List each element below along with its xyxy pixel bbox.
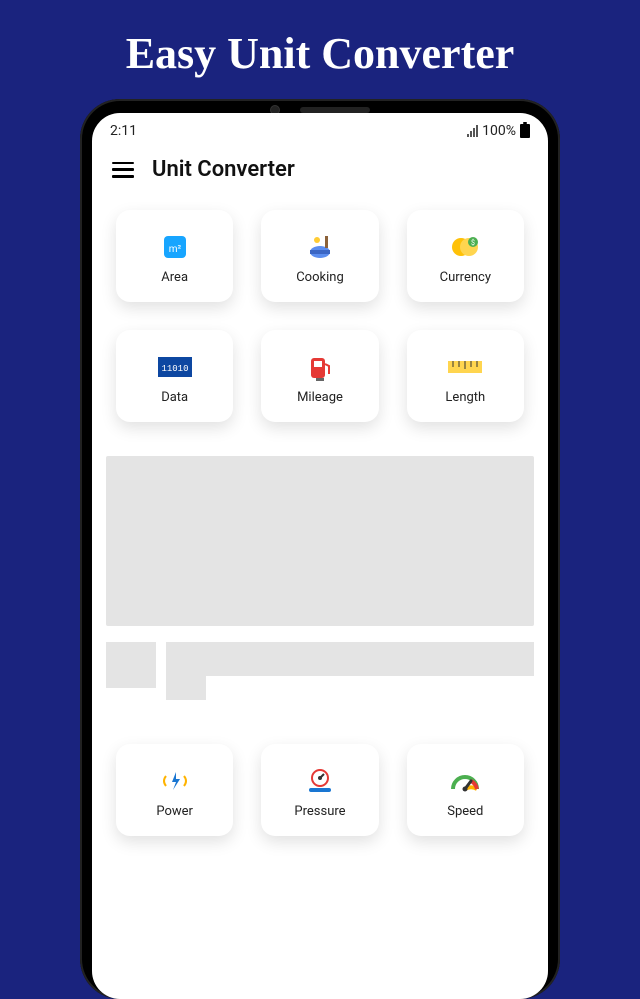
card-label: Cooking (296, 270, 344, 285)
length-icon (448, 350, 482, 384)
category-grid-top: m² Area Cooking $ Currency 11010 (92, 196, 548, 440)
app-header: Unit Converter (92, 143, 548, 196)
status-time: 2:11 (110, 123, 137, 139)
card-label: Mileage (297, 390, 343, 405)
battery-icon (520, 124, 530, 138)
power-icon (158, 764, 192, 798)
data-icon: 11010 (158, 350, 192, 384)
app-title: Unit Converter (152, 157, 295, 182)
card-mileage[interactable]: Mileage (261, 330, 378, 422)
speed-icon (448, 764, 482, 798)
card-label: Currency (440, 270, 491, 285)
card-label: Data (161, 390, 188, 405)
signal-icon (467, 125, 478, 137)
phone-frame: 2:11 100% Unit Converter m² Area (80, 99, 560, 999)
pressure-icon (303, 764, 337, 798)
card-speed[interactable]: Speed (407, 744, 524, 836)
category-grid-bottom: Power Pressure Speed (92, 730, 548, 854)
ad-placeholder-2 (106, 642, 534, 712)
card-length[interactable]: Length (407, 330, 524, 422)
menu-icon[interactable] (112, 162, 134, 178)
promo-title: Easy Unit Converter (0, 0, 640, 99)
status-bar: 2:11 100% (92, 113, 548, 143)
card-label: Power (156, 804, 193, 819)
card-area[interactable]: m² Area (116, 210, 233, 302)
svg-text:$: $ (471, 239, 475, 247)
card-cooking[interactable]: Cooking (261, 210, 378, 302)
card-label: Area (161, 270, 188, 285)
mileage-icon (303, 350, 337, 384)
card-power[interactable]: Power (116, 744, 233, 836)
area-icon: m² (158, 230, 192, 264)
card-label: Speed (447, 804, 483, 819)
currency-icon: $ (448, 230, 482, 264)
card-pressure[interactable]: Pressure (261, 744, 378, 836)
card-label: Length (445, 390, 485, 405)
card-currency[interactable]: $ Currency (407, 210, 524, 302)
ad-placeholder (106, 456, 534, 626)
phone-screen: 2:11 100% Unit Converter m² Area (92, 113, 548, 999)
svg-text:m²: m² (168, 244, 181, 255)
svg-text:11010: 11010 (161, 364, 188, 374)
status-battery-text: 100% (482, 123, 516, 139)
card-data[interactable]: 11010 Data (116, 330, 233, 422)
card-label: Pressure (294, 804, 345, 819)
cooking-icon (303, 230, 337, 264)
